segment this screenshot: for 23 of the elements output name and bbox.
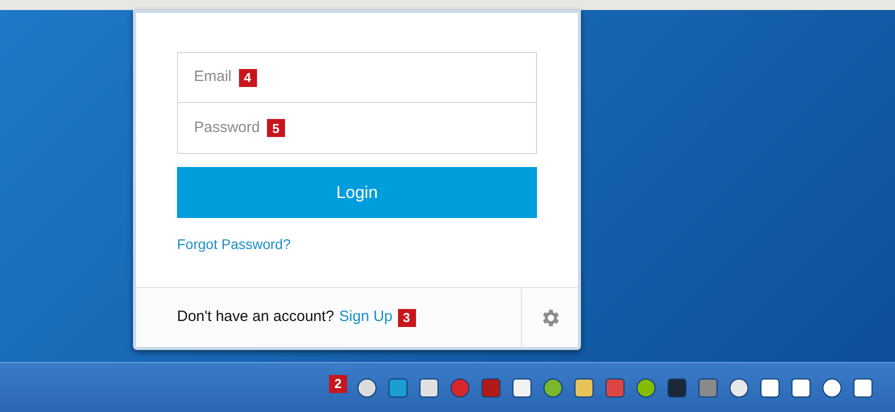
password-placeholder: Password [194,118,260,138]
tray-icon[interactable] [573,376,595,398]
tray-icon[interactable] [635,376,657,398]
sign-up-link[interactable]: Sign Up [339,306,393,329]
forgot-password-link[interactable]: Forgot Password? [177,234,291,255]
number-marker: 4 [238,68,257,86]
tray-icon[interactable] [728,376,750,398]
login-button[interactable]: Login [177,167,537,218]
number-marker: 3 [398,308,416,326]
tray-icon[interactable] [821,376,843,398]
signup-prompt: Don't have an account? [177,307,334,328]
email-placeholder: Email [194,67,232,88]
tray-icon[interactable] [852,376,874,398]
email-field[interactable]: Email 4 [177,52,537,103]
password-field[interactable]: Password 5 [177,103,537,154]
tray-icon[interactable] [790,376,812,398]
tray-icon[interactable] [511,376,533,398]
tray-icon[interactable] [759,376,781,398]
number-marker: 5 [266,119,285,137]
tray-icon[interactable] [356,376,378,398]
tray-icon[interactable] [542,376,564,398]
tray-icon[interactable] [418,376,440,398]
number-marker: 2 [329,374,347,392]
